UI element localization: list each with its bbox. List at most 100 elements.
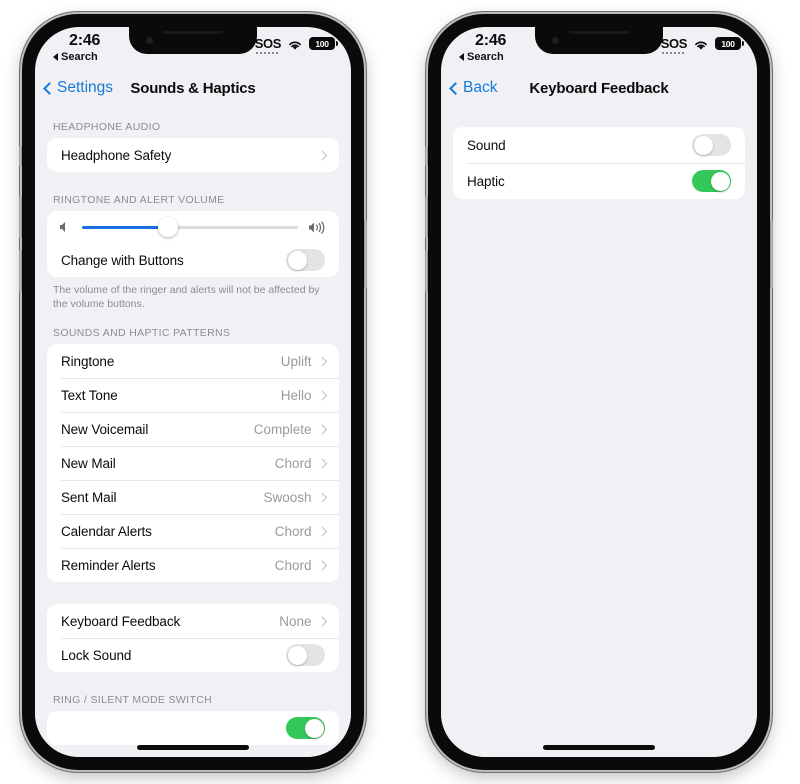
volume-down-button-hardware[interactable] [19,250,22,292]
back-triangle-icon [459,53,464,61]
row-value: Uplift [280,353,312,369]
row-label: New Mail [61,455,116,471]
status-back-to-search[interactable]: Search [53,51,98,63]
row-label: Change with Buttons [61,252,184,268]
sos-indicator: SOS [660,36,687,54]
row-lock-sound[interactable]: Lock Sound [47,638,339,672]
row-headphone-safety[interactable]: Headphone Safety [47,138,339,172]
toggle-knob [287,250,307,270]
group-keyboard-lock: Keyboard Feedback None Lock Sound [47,604,339,673]
row-reminder-alerts[interactable]: Reminder Alerts Chord [47,548,339,582]
power-button-hardware[interactable] [364,220,367,288]
row-change-with-buttons[interactable]: Change with Buttons [47,243,339,277]
row-new-mail[interactable]: New Mail Chord [47,446,339,480]
ring-silent-switch-hardware[interactable] [19,146,22,166]
row-ringtone[interactable]: Ringtone Uplift [47,344,339,378]
home-indicator[interactable] [543,745,655,750]
group-ring-silent-mode [47,711,339,746]
screen-right: 2:46 Search SOS 100 Back Keyboard Feedba… [441,27,757,757]
chevron-left-icon [43,81,56,95]
toggle-knob [287,645,307,665]
row-label: Headphone Safety [61,147,172,163]
row-label: Sent Mail [61,489,117,505]
row-text-tone[interactable]: Text Tone Hello [47,378,339,412]
footnote-volume: The volume of the ringer and alerts will… [53,284,320,311]
chevron-right-icon [317,492,327,502]
row-keyboard-feedback[interactable]: Keyboard Feedback None [47,604,339,638]
status-indicators: SOS 100 [660,36,744,54]
settings-list-left: HEADPHONE AUDIO Headphone Safety RINGTON… [35,105,351,757]
settings-list-right: Sound Haptic [441,105,757,757]
section-header-headphone-audio: HEADPHONE AUDIO [53,121,161,133]
row-label: Haptic [467,173,505,189]
battery-indicator: 100 [309,37,338,50]
row-calendar-alerts[interactable]: Calendar Alerts Chord [47,514,339,548]
chevron-right-icon [317,616,327,626]
row-value: Swoosh [263,489,312,505]
row-sent-mail[interactable]: Sent Mail Swoosh [47,480,339,514]
group-ringtone-volume: Change with Buttons [47,211,339,277]
toggle-knob [304,718,324,738]
battery-percent-label: 100 [721,38,735,49]
haptic-toggle[interactable] [692,170,731,192]
change-with-buttons-toggle[interactable] [286,249,325,271]
row-label: Lock Sound [61,647,132,663]
row-haptic[interactable]: Haptic [453,163,745,199]
chevron-right-icon [317,390,327,400]
ring-silent-switch-hardware[interactable] [425,146,428,166]
earpiece-speaker [163,31,223,34]
power-button-hardware[interactable] [770,220,773,288]
ring-silent-mode-toggle[interactable] [286,717,325,740]
section-header-sounds-haptic-patterns: SOUNDS AND HAPTIC PATTERNS [53,327,231,340]
nav-back-button[interactable]: Settings [43,79,114,97]
sound-toggle[interactable] [692,134,731,156]
screen-left: 2:46 Search SOS 100 Settings Sounds & Ha… [35,27,351,757]
battery-percent-label: 100 [315,38,329,49]
speaker-loud-icon [308,220,327,234]
status-time: 2:46 [475,32,507,49]
volume-slider-thumb[interactable] [158,217,179,237]
status-back-to-search[interactable]: Search [459,51,504,63]
chevron-left-icon [449,81,462,95]
home-indicator[interactable] [137,745,249,750]
ringtone-volume-slider-row[interactable] [47,211,339,243]
row-label: Calendar Alerts [61,523,152,539]
iphone-device-left: 2:46 Search SOS 100 Settings Sounds & Ha… [19,14,367,770]
chevron-right-icon [317,526,327,536]
sos-indicator: SOS [254,36,281,54]
volume-slider-fill [82,225,169,229]
nav-back-button[interactable]: Back [449,79,497,97]
chevron-right-icon [317,560,327,570]
row-value: Hello [280,387,312,403]
iphone-device-right: 2:46 Search SOS 100 Back Keyboard Feedba… [425,14,773,770]
wifi-icon [693,38,709,50]
section-header-ring-silent-mode-switch: RING / SILENT MODE SWITCH [53,694,213,707]
chevron-right-icon [317,458,327,468]
wifi-icon [287,38,303,50]
screenshot-stage: 2:46 Search SOS 100 Settings Sounds & Ha… [0,0,800,784]
nav-bar-right: Back Keyboard Feedback [441,71,757,105]
row-label: Text Tone [61,387,118,403]
toggle-knob [710,171,730,191]
chevron-right-icon [317,150,327,160]
row-sound[interactable]: Sound [453,127,745,163]
row-value: Chord [274,455,312,471]
group-keyboard-feedback: Sound Haptic [453,127,745,199]
row-value: Complete [253,421,312,437]
row-new-voicemail[interactable]: New Voicemail Complete [47,412,339,446]
volume-slider-track[interactable] [82,217,298,237]
volume-up-button-hardware[interactable] [19,196,22,238]
section-header-ringtone-volume: RINGTONE AND ALERT VOLUME [53,194,225,206]
row-ring-silent-mode[interactable] [47,711,339,745]
volume-up-button-hardware[interactable] [425,196,428,238]
chevron-right-icon [317,424,327,434]
row-label: Keyboard Feedback [61,613,181,629]
row-label: Sound [467,137,506,153]
lock-sound-toggle[interactable] [286,644,325,667]
back-triangle-icon [53,53,58,61]
volume-down-button-hardware[interactable] [425,250,428,292]
row-label: New Voicemail [61,421,149,437]
nav-back-label: Settings [57,79,114,96]
group-headphone-audio: Headphone Safety [47,138,339,172]
row-value: Chord [274,523,312,539]
